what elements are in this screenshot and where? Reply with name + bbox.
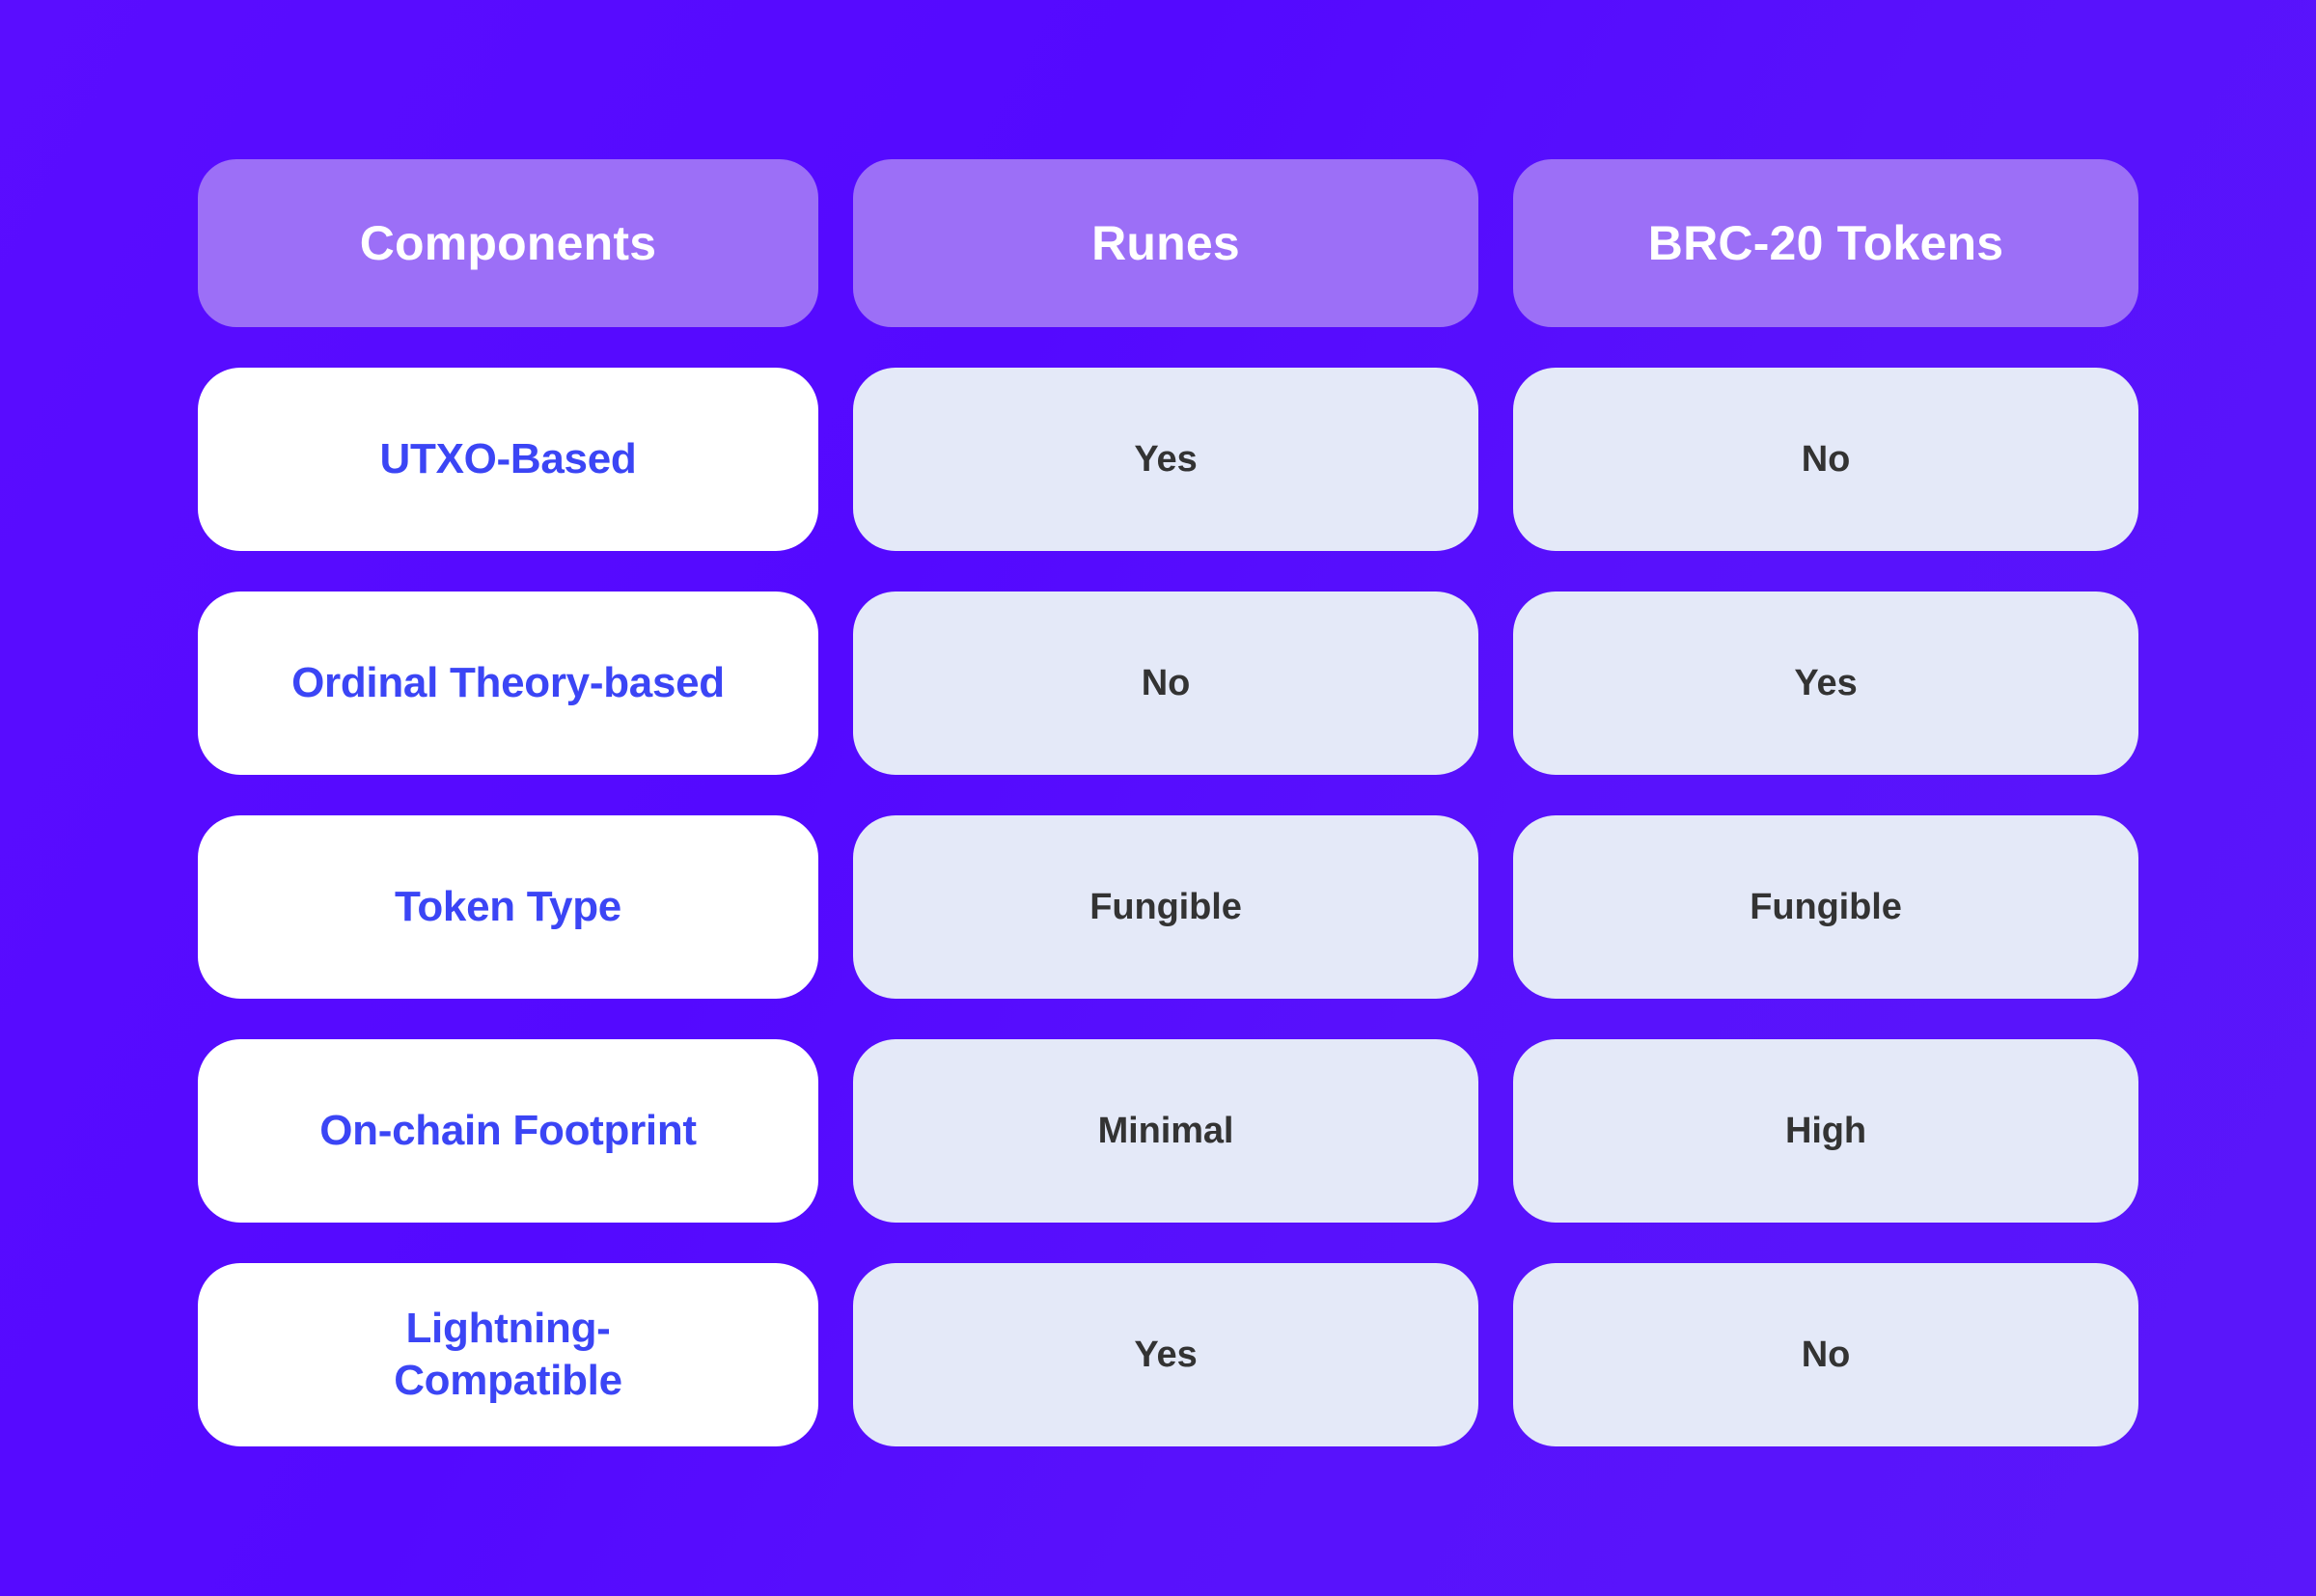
row-value-cell-brc20: Yes: [1513, 592, 2138, 775]
row-value-cell-brc20: No: [1513, 368, 2138, 551]
header-label-runes: Runes: [1091, 215, 1240, 270]
row-label-cell: On-chain Footprint: [198, 1039, 818, 1223]
row-value-cell-runes: Yes: [853, 1263, 1478, 1446]
row-value-cell-runes: Minimal: [853, 1039, 1478, 1223]
row-value-cell-brc20: Fungible: [1513, 815, 2138, 999]
table-row: On-chain Footprint Minimal High: [198, 1039, 2138, 1223]
row-label-cell: Token Type: [198, 815, 818, 999]
row-value-text-brc20: No: [1801, 438, 1851, 480]
row-value-cell-runes: Fungible: [853, 815, 1478, 999]
table-row: Token Type Fungible Fungible: [198, 815, 2138, 999]
row-label-text: On-chain Footprint: [319, 1107, 697, 1155]
header-cell-brc20-tokens: BRC-20 Tokens: [1513, 159, 2138, 327]
row-value-text-brc20: Fungible: [1750, 886, 1902, 927]
row-label-text: Lightning-Compatible: [394, 1305, 622, 1404]
table-row: Lightning-Compatible Yes No: [198, 1263, 2138, 1446]
row-value-text-brc20: Yes: [1794, 662, 1858, 703]
row-value-text-runes: Yes: [1134, 1334, 1198, 1375]
row-value-cell-brc20: High: [1513, 1039, 2138, 1223]
comparison-table: Components Runes BRC-20 Tokens UTXO-Base…: [198, 159, 2138, 1447]
row-value-text-runes: Minimal: [1097, 1110, 1234, 1151]
header-label-brc20-tokens: BRC-20 Tokens: [1647, 215, 2004, 270]
row-value-text-brc20: High: [1784, 1110, 1867, 1151]
row-label-cell: Ordinal Theory-based: [198, 592, 818, 775]
row-label-cell: UTXO-Based: [198, 368, 818, 551]
table-header-row: Components Runes BRC-20 Tokens: [198, 159, 2138, 327]
row-value-cell-runes: Yes: [853, 368, 1478, 551]
row-label-text: Ordinal Theory-based: [291, 659, 725, 707]
row-value-text-brc20: No: [1801, 1334, 1851, 1375]
row-value-text-runes: No: [1141, 662, 1191, 703]
row-value-cell-runes: No: [853, 592, 1478, 775]
row-value-text-runes: Fungible: [1089, 886, 1242, 927]
row-label-text: Token Type: [395, 883, 621, 931]
header-cell-runes: Runes: [853, 159, 1478, 327]
header-cell-components: Components: [198, 159, 818, 327]
row-label-cell: Lightning-Compatible: [198, 1263, 818, 1446]
row-value-cell-brc20: No: [1513, 1263, 2138, 1446]
row-label-text: UTXO-Based: [379, 435, 637, 483]
header-label-components: Components: [359, 215, 657, 270]
table-row: UTXO-Based Yes No: [198, 368, 2138, 551]
table-row: Ordinal Theory-based No Yes: [198, 592, 2138, 775]
row-value-text-runes: Yes: [1134, 438, 1198, 480]
